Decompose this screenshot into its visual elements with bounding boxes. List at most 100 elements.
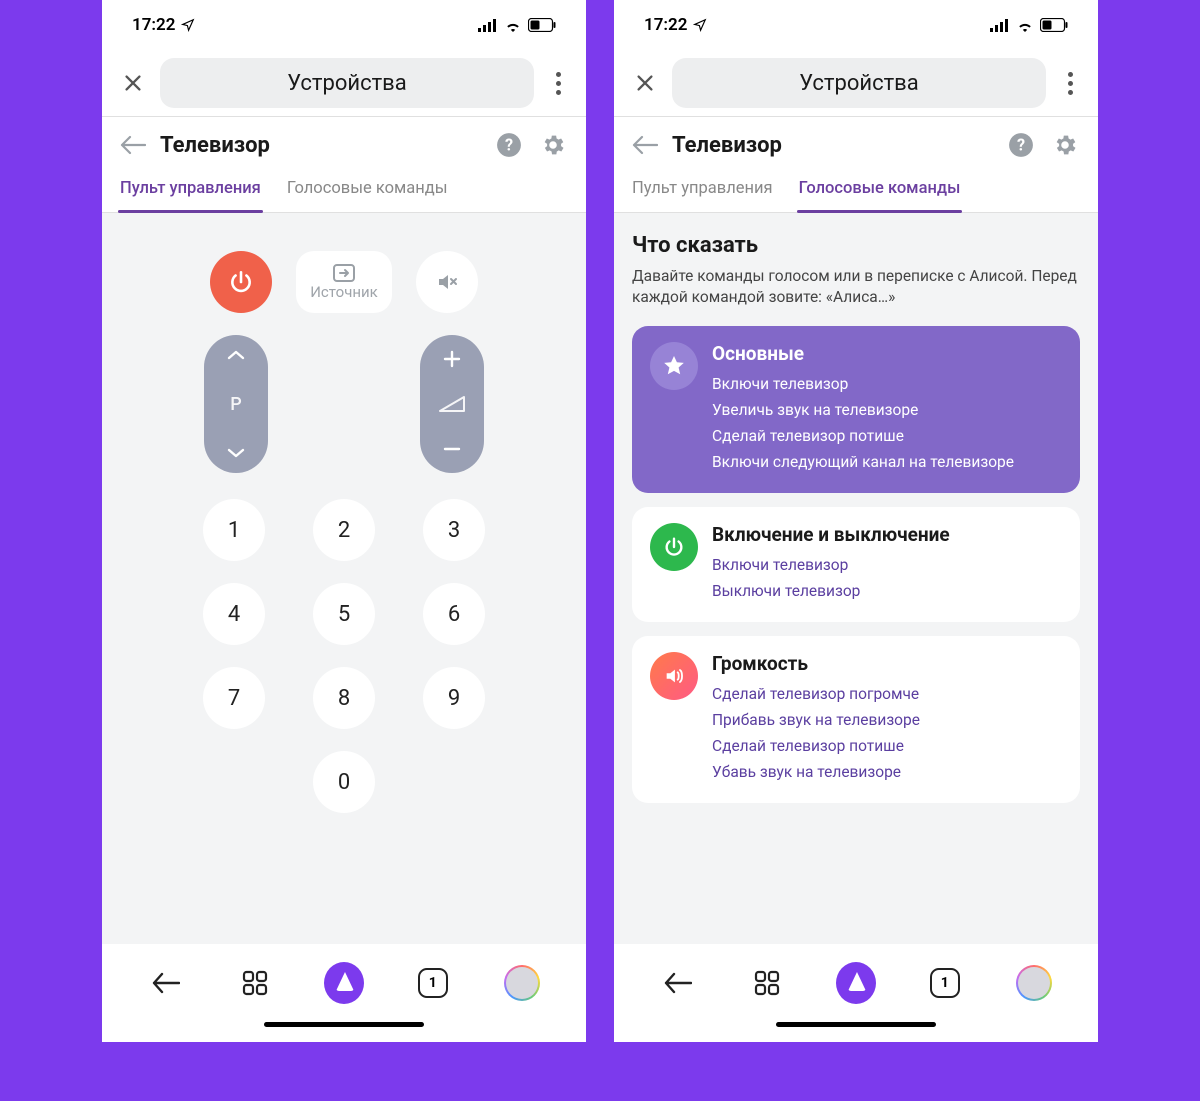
key-1[interactable]: 1 <box>203 499 265 561</box>
star-icon <box>650 342 698 390</box>
nav-tabs-button[interactable]: 1 <box>925 963 965 1003</box>
tab-remote[interactable]: Пульт управления <box>630 173 775 212</box>
page-title: Телевизор <box>160 133 480 158</box>
settings-button[interactable] <box>1050 130 1080 160</box>
voice-subtitle: Давайте команды голосом или в переписке … <box>632 266 1080 308</box>
nav-profile-button[interactable] <box>502 963 542 1003</box>
card-title: Громкость <box>712 652 1062 675</box>
voice-command[interactable]: Увеличь звук на телевизоре <box>712 397 1062 423</box>
alisa-icon <box>324 962 364 1004</box>
minus-icon <box>442 439 462 459</box>
tab-count: 1 <box>418 968 448 998</box>
battery-icon <box>1040 18 1068 32</box>
mute-button[interactable] <box>416 251 478 313</box>
top-bar: Устройства <box>102 50 586 116</box>
more-menu-button[interactable] <box>1056 72 1084 95</box>
voice-card-volume: Громкость Сделай телевизор погромче Приб… <box>632 636 1080 803</box>
key-2[interactable]: 2 <box>313 499 375 561</box>
help-button[interactable]: ? <box>1006 130 1036 160</box>
nav-back-button[interactable] <box>146 963 186 1003</box>
close-button[interactable] <box>116 66 150 100</box>
voice-command[interactable]: Убавь звук на телевизоре <box>712 759 1062 785</box>
card-title: Включение и выключение <box>712 523 1062 546</box>
key-0[interactable]: 0 <box>313 751 375 813</box>
avatar <box>504 965 540 1001</box>
card-title: Основные <box>712 342 1062 365</box>
volume-icon <box>438 395 466 413</box>
avatar <box>1016 965 1052 1001</box>
plus-icon <box>442 349 462 369</box>
phone-screen-remote: 17:22 Устройства Телевизор ? Пульт управ… <box>102 0 586 1042</box>
key-4[interactable]: 4 <box>203 583 265 645</box>
source-button[interactable]: Источник <box>296 251 392 313</box>
voice-command[interactable]: Прибавь звук на телевизоре <box>712 707 1062 733</box>
tabs: Пульт управления Голосовые команды <box>614 173 1098 213</box>
channel-rocker[interactable]: P <box>204 335 268 473</box>
wifi-icon <box>504 19 522 32</box>
more-menu-button[interactable] <box>544 72 572 95</box>
channel-label: P <box>230 394 242 415</box>
help-button[interactable]: ? <box>494 130 524 160</box>
cellular-icon <box>478 19 498 32</box>
voice-command[interactable]: Включи телевизор <box>712 371 1062 397</box>
speaker-icon <box>650 652 698 700</box>
voice-card-main: Основные Включи телевизор Увеличь звук н… <box>632 326 1080 493</box>
tab-voice[interactable]: Голосовые команды <box>285 173 450 212</box>
close-button[interactable] <box>628 66 662 100</box>
nav-apps-button[interactable] <box>235 963 275 1003</box>
home-indicator[interactable] <box>102 1022 586 1042</box>
key-6[interactable]: 6 <box>423 583 485 645</box>
location-icon <box>181 18 195 32</box>
nav-profile-button[interactable] <box>1014 963 1054 1003</box>
nav-alisa-button[interactable] <box>836 963 876 1003</box>
voice-content: Что сказать Давайте команды голосом или … <box>614 213 1098 944</box>
voice-command[interactable]: Включи следующий канал на телевизоре <box>712 449 1062 475</box>
source-label: Источник <box>310 283 378 301</box>
tab-remote[interactable]: Пульт управления <box>118 173 263 212</box>
status-bar: 17:22 <box>614 0 1098 50</box>
topbar-title[interactable]: Устройства <box>160 58 534 108</box>
status-time: 17:22 <box>644 15 687 35</box>
key-8[interactable]: 8 <box>313 667 375 729</box>
nav-apps-button[interactable] <box>747 963 787 1003</box>
sub-header: Телевизор ? <box>102 117 586 173</box>
nav-alisa-button[interactable] <box>324 963 364 1003</box>
volume-rocker[interactable] <box>420 335 484 473</box>
phone-screen-voice: 17:22 Устройства Телевизор ? Пульт управ… <box>614 0 1098 1042</box>
battery-icon <box>528 18 556 32</box>
key-7[interactable]: 7 <box>203 667 265 729</box>
voice-command[interactable]: Сделай телевизор потише <box>712 423 1062 449</box>
voice-command[interactable]: Сделай телевизор погромче <box>712 681 1062 707</box>
chevron-down-icon <box>226 447 246 459</box>
voice-heading: Что сказать <box>632 233 1080 258</box>
status-time: 17:22 <box>132 15 175 35</box>
settings-button[interactable] <box>538 130 568 160</box>
top-bar: Устройства <box>614 50 1098 116</box>
status-bar: 17:22 <box>102 0 586 50</box>
bottom-nav: 1 <box>614 944 1098 1022</box>
key-9[interactable]: 9 <box>423 667 485 729</box>
nav-back-button[interactable] <box>658 963 698 1003</box>
cellular-icon <box>990 19 1010 32</box>
power-button[interactable] <box>210 251 272 313</box>
key-5[interactable]: 5 <box>313 583 375 645</box>
wifi-icon <box>1016 19 1034 32</box>
power-icon <box>228 269 254 295</box>
tabs: Пульт управления Голосовые команды <box>102 173 586 213</box>
voice-command[interactable]: Включи телевизор <box>712 552 1062 578</box>
alisa-icon <box>836 962 876 1004</box>
voice-command[interactable]: Выключи телевизор <box>712 578 1062 604</box>
topbar-title[interactable]: Устройства <box>672 58 1046 108</box>
voice-card-power: Включение и выключение Включи телевизор … <box>632 507 1080 622</box>
home-indicator[interactable] <box>614 1022 1098 1042</box>
back-button[interactable] <box>120 135 146 155</box>
nav-tabs-button[interactable]: 1 <box>413 963 453 1003</box>
mute-icon <box>435 270 459 294</box>
page-title: Телевизор <box>672 133 992 158</box>
tab-voice[interactable]: Голосовые команды <box>797 173 963 212</box>
power-icon <box>650 523 698 571</box>
key-3[interactable]: 3 <box>423 499 485 561</box>
back-button[interactable] <box>632 135 658 155</box>
voice-command[interactable]: Сделай телевизор потише <box>712 733 1062 759</box>
bottom-nav: 1 <box>102 944 586 1022</box>
